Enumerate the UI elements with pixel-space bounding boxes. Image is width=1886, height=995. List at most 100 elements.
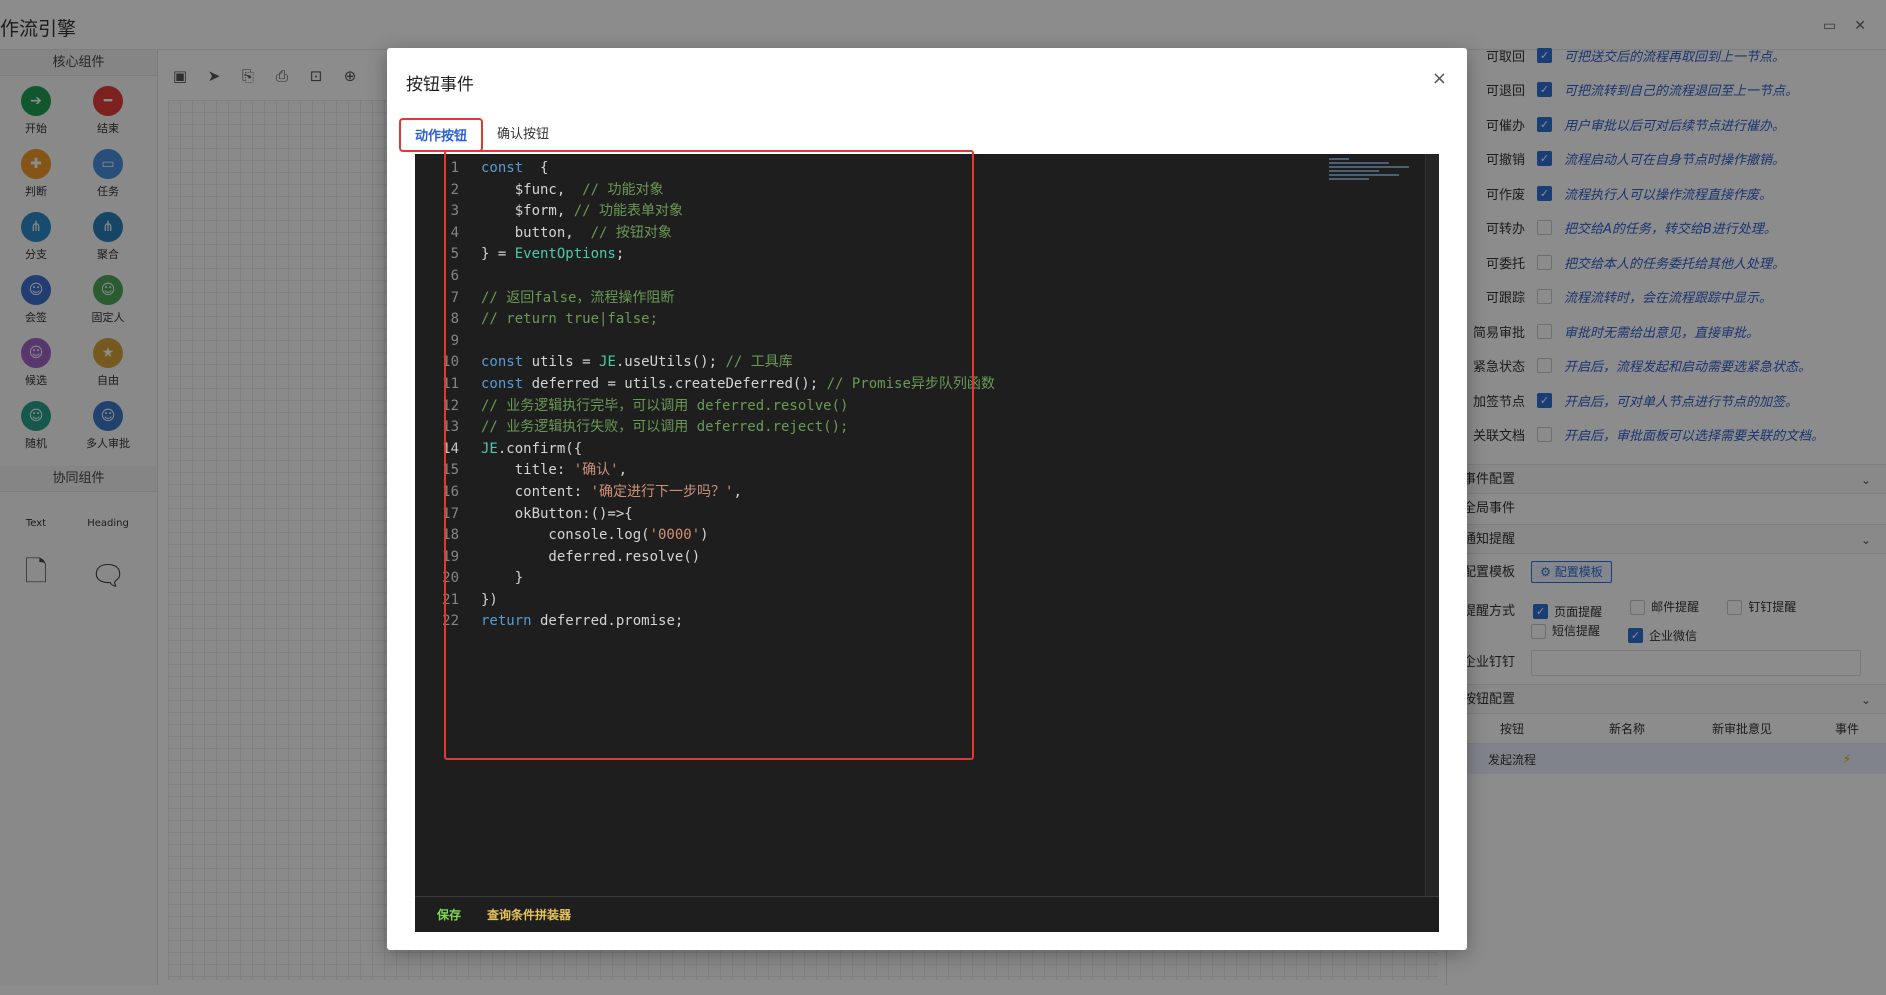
- code-text: return deferred.promise;: [467, 611, 683, 633]
- code-text: } = EventOptions;: [467, 244, 624, 266]
- code-text: // return true|false;: [467, 309, 658, 331]
- code-line: 17 okButton:()=>{: [415, 504, 995, 526]
- code-token: // Promise异步队列函数: [826, 375, 995, 392]
- code-token: $form,: [481, 203, 574, 220]
- code-line: 3 $form, // 功能表单对象: [415, 201, 995, 223]
- code-line: 20 }: [415, 568, 995, 590]
- code-token: }: [481, 570, 524, 587]
- code-text: // 业务逻辑执行完毕，可以调用 deferred.resolve(): [467, 396, 848, 418]
- code-token: // 业务逻辑执行失败，可以调用 deferred.reject();: [481, 419, 849, 436]
- code-token: // 业务逻辑执行完毕，可以调用 deferred.resolve(): [481, 397, 849, 414]
- line-number: 21: [442, 591, 459, 608]
- line-number: 2: [450, 181, 459, 198]
- code-line: 10 const utils = JE.useUtils(); // 工具库: [415, 352, 995, 374]
- code-token: JE: [481, 440, 498, 457]
- code-line: 8 // return true|false;: [415, 309, 995, 331]
- code-token: }): [481, 591, 498, 608]
- code-token: title:: [481, 462, 574, 479]
- code-token: EventOptions: [514, 246, 616, 263]
- code-token: ,: [733, 483, 742, 500]
- code-line: 7 // 返回false，流程操作阻断: [415, 288, 995, 310]
- line-number: 1: [450, 160, 459, 176]
- line-number: 22: [442, 613, 459, 630]
- tab-action-button[interactable]: 动作按钮: [399, 118, 484, 152]
- code-token: '确定进行下一步吗？': [590, 483, 734, 500]
- code-token: const: [481, 160, 524, 176]
- code-token: .useUtils();: [615, 354, 726, 371]
- code-line: 16 content: '确定进行下一步吗？',: [415, 482, 995, 504]
- dialog-title: 按钮事件: [406, 75, 474, 95]
- code-line: 21}): [415, 590, 995, 612]
- code-line: 22 return deferred.promise;: [415, 611, 995, 633]
- code-line: 1 const {: [415, 158, 995, 180]
- dialog-tabs: 动作按钮 确认按钮: [399, 118, 563, 152]
- editor-minimap[interactable]: [1329, 158, 1425, 208]
- code-text: content: '确定进行下一步吗？',: [467, 482, 742, 504]
- line-number: 17: [442, 505, 459, 522]
- line-number: 14: [442, 440, 459, 457]
- code-token: deferred.promise;: [531, 613, 684, 630]
- code-line: 5 } = EventOptions;: [415, 244, 995, 266]
- code-token: JE: [599, 354, 616, 371]
- code-line: 2 $func, // 功能对象: [415, 180, 995, 202]
- code-token: okButton:()=>{: [481, 505, 633, 522]
- code-text: const utils = JE.useUtils(); // 工具库: [467, 352, 793, 374]
- code-token: // 返回false，流程操作阻断: [481, 289, 675, 306]
- save-button[interactable]: 保存: [437, 906, 461, 923]
- code-text: const {: [467, 158, 548, 180]
- line-number: 16: [442, 483, 459, 500]
- line-number: 12: [442, 397, 459, 414]
- code-text: button, // 按钮对象: [467, 223, 672, 245]
- code-text: }): [467, 590, 498, 612]
- code-token: return: [481, 613, 532, 630]
- code-token: $func,: [481, 181, 583, 198]
- code-token: '0000': [649, 527, 701, 544]
- close-icon[interactable]: ×: [1432, 68, 1447, 89]
- code-editor[interactable]: 1 const {2 $func, // 功能对象 3 $form, // 功能表单…: [415, 154, 1439, 896]
- code-token: ,: [618, 462, 628, 479]
- code-line: 14 JE.confirm({: [415, 439, 995, 461]
- line-number: 3: [450, 203, 459, 220]
- code-text: $func, // 功能对象: [467, 180, 664, 202]
- code-token: button,: [481, 224, 591, 241]
- code-token: const: [481, 354, 524, 371]
- editor-footer: 保存 查询条件拼装器: [415, 896, 1439, 932]
- line-number: 6: [450, 267, 459, 284]
- code-line: 6: [415, 266, 995, 288]
- code-line: 15 title: '确认',: [415, 460, 995, 482]
- code-text: okButton:()=>{: [467, 504, 633, 526]
- code-token: '确认': [573, 462, 619, 479]
- code-token: } =: [481, 246, 515, 263]
- query-builder-button[interactable]: 查询条件拼装器: [487, 906, 571, 923]
- line-number: 15: [442, 462, 459, 479]
- code-line: 18 console.log('0000'): [415, 525, 995, 547]
- code-token: deferred = utils.createDeferred();: [523, 375, 827, 392]
- code-line: 9: [415, 331, 995, 353]
- line-number: 8: [450, 311, 459, 328]
- code-token: // 功能对象: [582, 181, 664, 198]
- tab-confirm-button[interactable]: 确认按钮: [483, 118, 563, 152]
- editor-scrollbar[interactable]: [1425, 154, 1439, 896]
- code-token: .confirm({: [497, 440, 583, 457]
- code-token: // 功能表单对象: [573, 203, 684, 220]
- code-token: // 按钮对象: [590, 224, 672, 241]
- code-text: // 业务逻辑执行失败，可以调用 deferred.reject();: [467, 417, 848, 439]
- code-text: // 返回false，流程操作阻断: [467, 288, 674, 310]
- line-number: 10: [442, 354, 459, 371]
- line-number: 5: [450, 246, 459, 263]
- code-text: }: [467, 568, 523, 590]
- code-text: deferred.resolve(): [467, 547, 700, 569]
- code-line: 4 button, // 按钮对象: [415, 223, 995, 245]
- code-line: 13 // 业务逻辑执行失败，可以调用 deferred.reject();: [415, 417, 995, 439]
- line-number: 4: [450, 224, 459, 241]
- code-lines: 1 const {2 $func, // 功能对象 3 $form, // 功能表单…: [415, 158, 995, 633]
- line-number: 7: [450, 289, 459, 306]
- code-token: content:: [481, 483, 591, 500]
- code-token: ;: [615, 246, 625, 263]
- code-token: console.log(: [481, 527, 650, 544]
- code-line: 19 deferred.resolve(): [415, 547, 995, 569]
- line-number: 9: [450, 332, 459, 349]
- line-number: 20: [442, 570, 459, 587]
